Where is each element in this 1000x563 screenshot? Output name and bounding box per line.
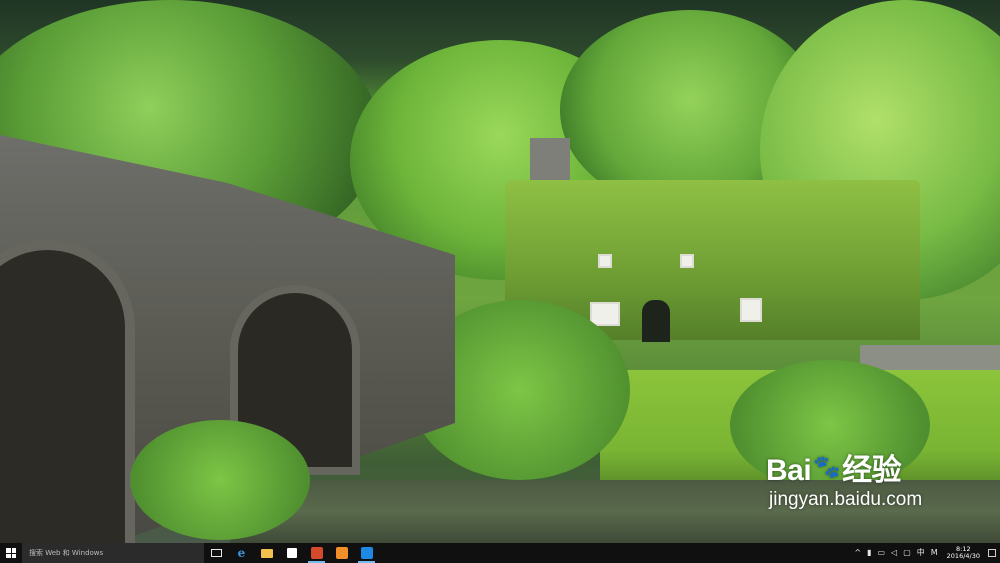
paw-icon: 🐾 [813,454,841,479]
watermark-brand-suffix: 经验 [842,454,902,487]
search-box[interactable]: 搜索 Web 和 Windows [22,543,204,563]
search-placeholder: 搜索 Web 和 Windows [29,549,104,557]
start-button[interactable] [0,543,22,563]
app-icon [310,547,323,559]
app-2-button[interactable] [329,543,354,563]
clock[interactable]: 8:12 2016/4/30 [941,545,986,561]
wallpaper-window [680,254,694,268]
watermark-brand: Bai🐾经验 [766,456,922,486]
baidu-jingyan-watermark: Bai🐾经验 jingyan.baidu.com [766,456,922,511]
wallpaper-window [598,254,612,268]
wallpaper-window [590,302,620,326]
app-1-button[interactable] [304,543,329,563]
file-explorer-button[interactable] [254,543,279,563]
wallpaper-door [642,300,670,342]
taskbar: 搜索 Web 和 Windows e ^ ▮ ▭ ◁ ▢ 中 M 8:12 20… [0,543,1000,563]
app-3-button[interactable] [354,543,379,563]
ime-language-label[interactable]: 中 [914,549,928,557]
watermark-url: jingyan.baidu.com [769,489,923,510]
store-icon [286,548,297,558]
network-icon[interactable]: ▭ [874,549,888,557]
volume-icon[interactable]: ◁ [888,549,900,557]
system-tray: ^ ▮ ▭ ◁ ▢ 中 M 8:12 2016/4/30 [851,543,1000,563]
ime-mode-label[interactable]: M [928,549,941,557]
edge-button[interactable]: e [229,543,254,563]
show-hidden-icons-chevron-icon[interactable]: ^ [851,549,864,557]
windows-logo-icon [6,548,16,558]
action-center-icon[interactable] [988,549,996,557]
watermark-brand-prefix: Bai [766,454,812,487]
desktop-wallpaper: Bai🐾经验 jingyan.baidu.com [0,0,1000,543]
wallpaper-bush [130,420,310,540]
wallpaper-stone-wall [860,345,1000,370]
wallpaper-window [740,298,762,322]
wallpaper-bridge-arch [0,240,135,543]
store-button[interactable] [279,543,304,563]
folder-icon [260,548,273,558]
gear-app-icon [360,547,373,559]
clock-date: 2016/4/30 [946,552,980,560]
task-view-icon [211,549,222,557]
battery-icon[interactable]: ▮ [864,549,874,557]
task-view-button[interactable] [204,543,229,563]
message-icon[interactable]: ▢ [900,549,914,557]
app-icon [335,547,348,559]
edge-icon: e [237,546,246,560]
